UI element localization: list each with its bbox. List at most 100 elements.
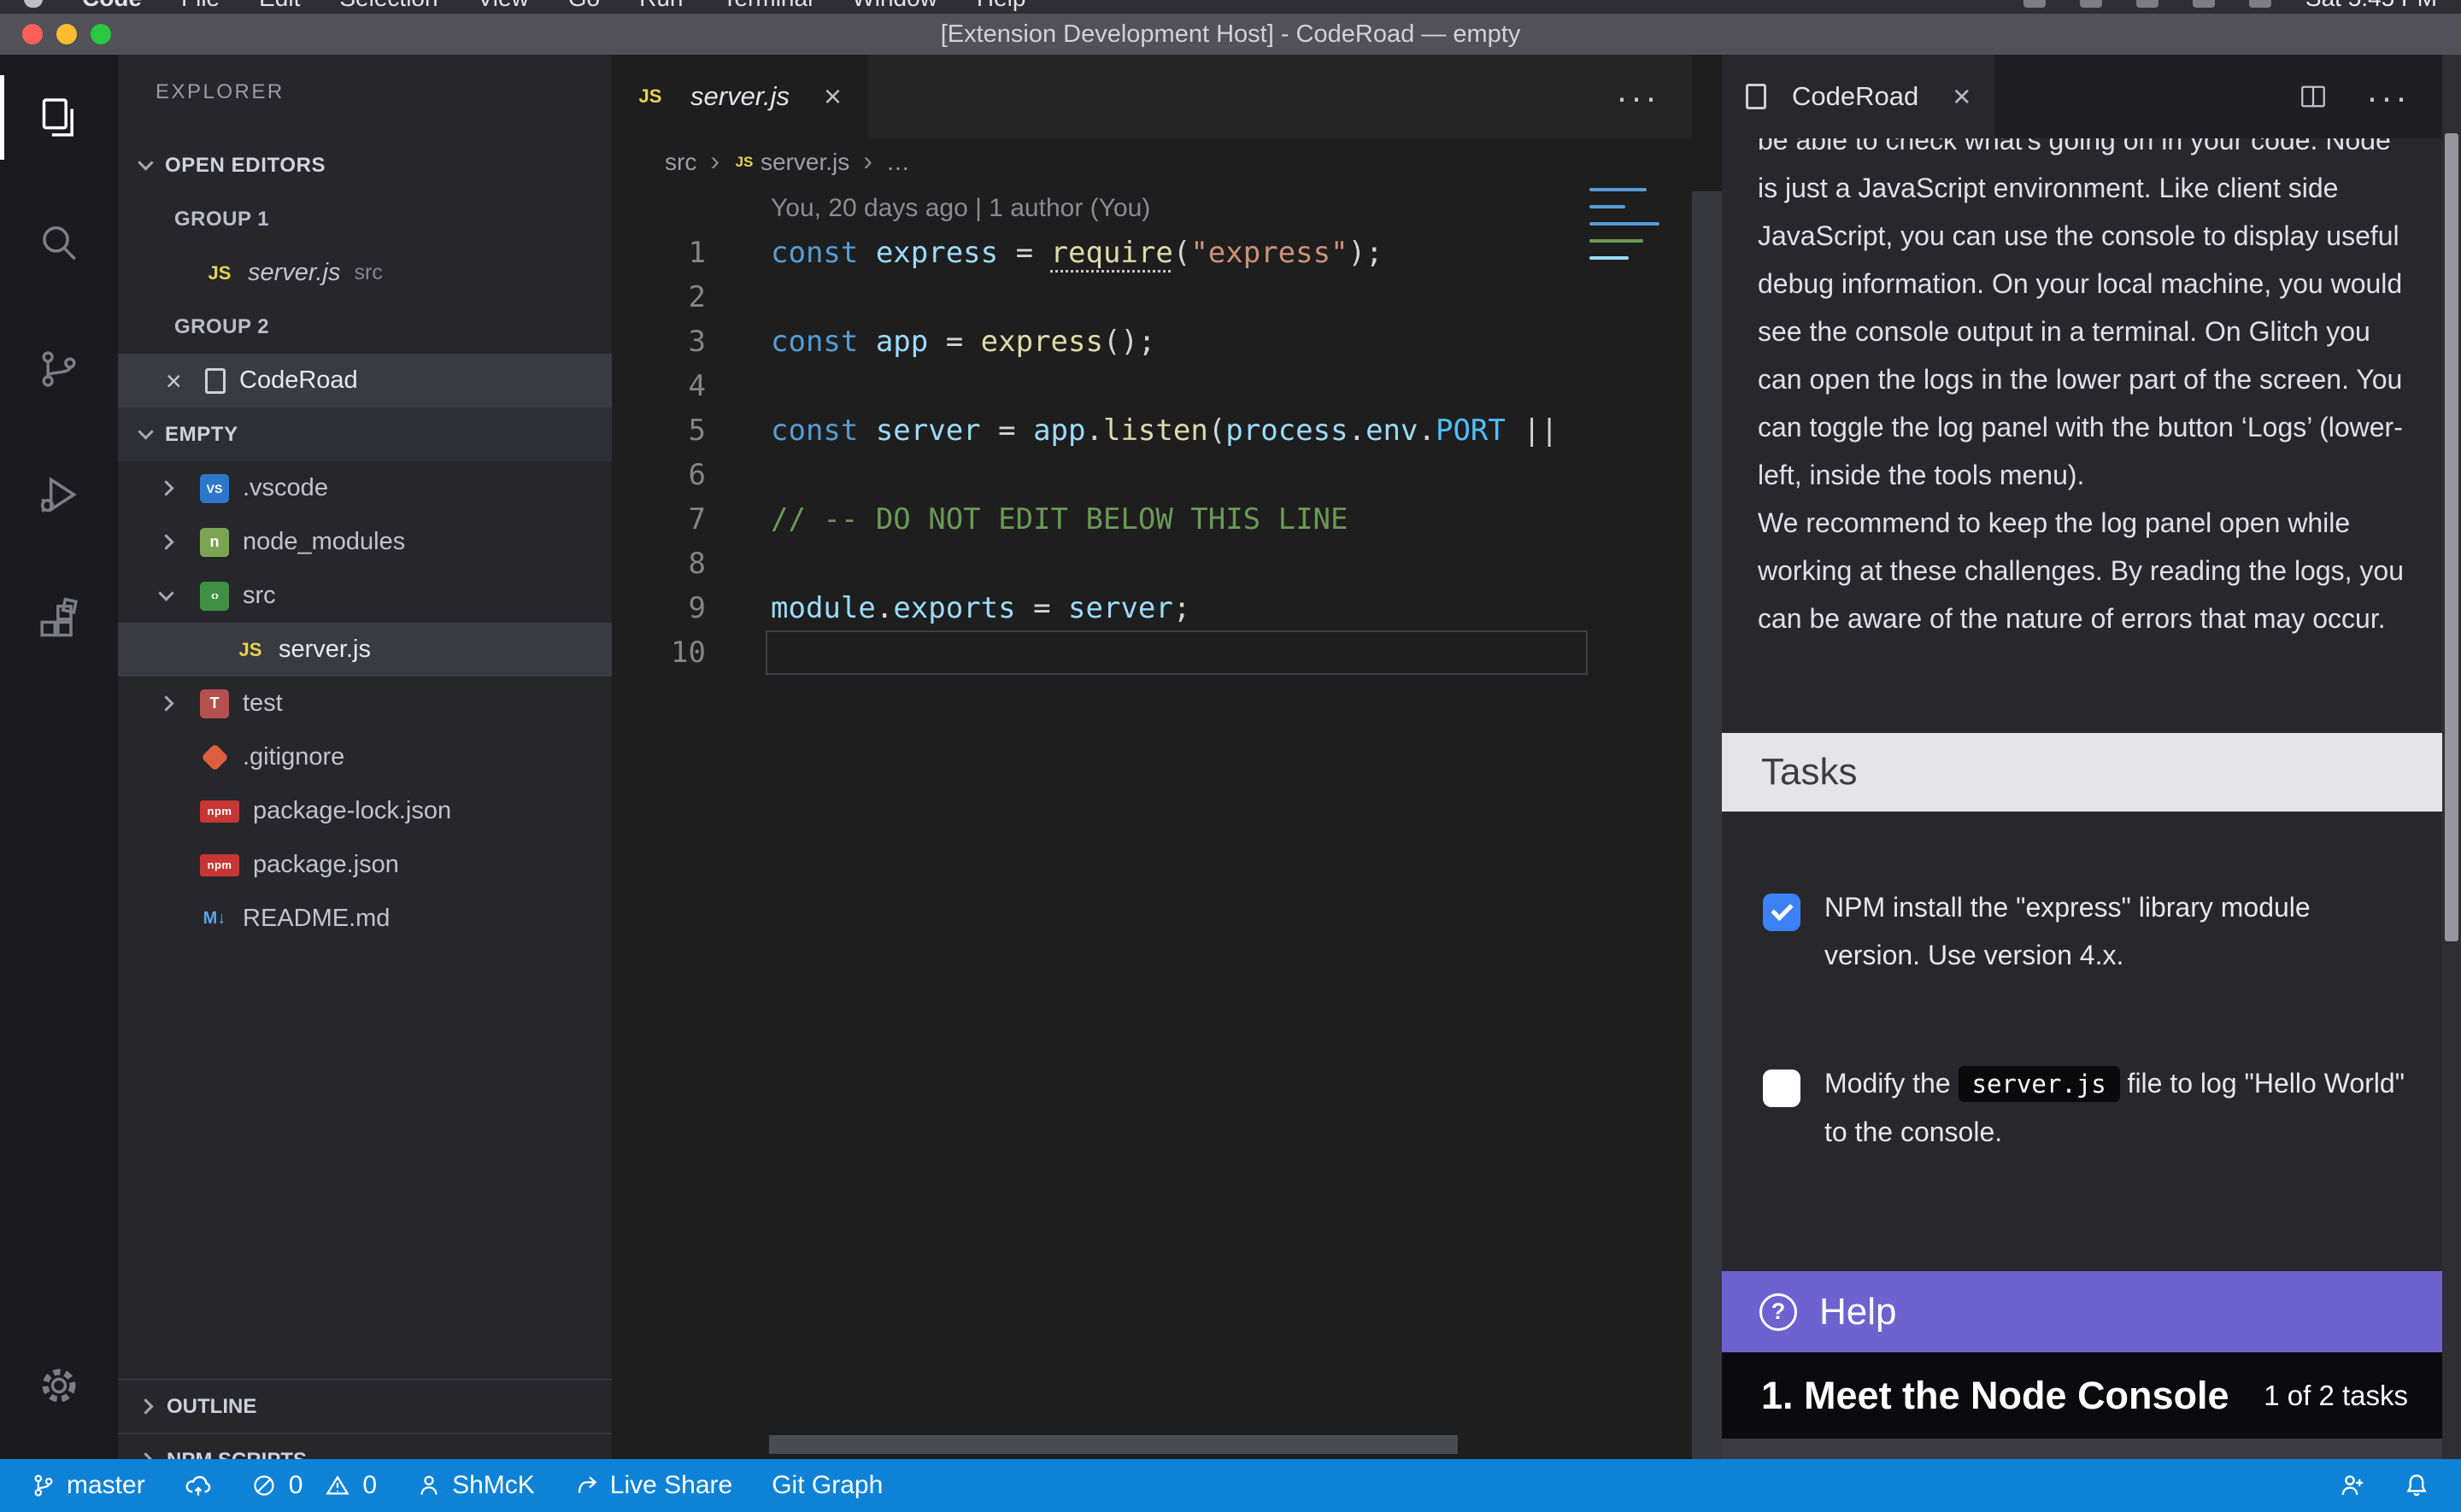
- live-share-status[interactable]: Live Share: [574, 1471, 732, 1500]
- close-tab-icon[interactable]: ×: [824, 81, 842, 112]
- task-checkbox[interactable]: [1763, 1070, 1800, 1107]
- split-editor-icon[interactable]: [2298, 81, 2329, 112]
- git-graph-status[interactable]: Git Graph: [772, 1471, 883, 1500]
- chevron-down-icon: [138, 155, 153, 170]
- tab-server-js[interactable]: JS server.js ×: [612, 55, 868, 138]
- menu-item-terminal[interactable]: Terminal: [722, 0, 813, 12]
- code-token: app: [1033, 413, 1085, 448]
- zoom-window-button[interactable]: [91, 24, 111, 44]
- bell-icon: [2403, 1472, 2430, 1499]
- open-editors-header[interactable]: OPEN EDITORS: [118, 138, 612, 192]
- section-npm-scripts[interactable]: NPM SCRIPTS: [118, 1433, 612, 1459]
- workspace-header[interactable]: EMPTY: [118, 407, 612, 461]
- tree-item-package-lock-json[interactable]: npmpackage-lock.json: [118, 784, 612, 838]
- live-share-invite-button[interactable]: [2338, 1472, 2365, 1499]
- code-line-9[interactable]: 9module.exports = server;: [612, 586, 1692, 630]
- chevron-icon: [158, 695, 173, 711]
- menu-item-code[interactable]: Code: [82, 0, 142, 12]
- open-editor-item[interactable]: JSserver.jssrc: [118, 246, 612, 300]
- activity-extensions-button[interactable]: [0, 557, 118, 683]
- account-status[interactable]: ShMcK: [416, 1471, 535, 1500]
- share-arrow-icon: [574, 1473, 600, 1498]
- scrollbar-thumb[interactable]: [2445, 133, 2458, 941]
- menu-status-icon[interactable]: [2080, 0, 2102, 8]
- settings-gear-button[interactable]: [0, 1333, 118, 1459]
- editor-panel-divider[interactable]: [1692, 55, 1722, 1459]
- code-line-6[interactable]: 6: [612, 453, 1692, 497]
- menu-clock[interactable]: Sat 5:45 PM: [2305, 0, 2437, 12]
- sash[interactable]: [1692, 191, 1722, 1459]
- panel-scrollbar-strip[interactable]: [1722, 1439, 2442, 1459]
- menu-item-file[interactable]: File: [181, 0, 220, 12]
- activity-source-control-button[interactable]: [0, 306, 118, 431]
- menu-item-help[interactable]: Help: [977, 0, 1026, 12]
- editor-more-actions-icon[interactable]: ···: [1616, 88, 1659, 106]
- menu-item-edit[interactable]: Edit: [259, 0, 300, 12]
- section-outline[interactable]: OUTLINE: [118, 1379, 612, 1433]
- minimap-line: [1589, 188, 1647, 191]
- code-line-2[interactable]: 2: [612, 275, 1692, 319]
- task-checkbox[interactable]: [1763, 894, 1800, 931]
- menu-status-icon[interactable]: [2023, 0, 2046, 8]
- breadcrumb-item[interactable]: src: [665, 149, 696, 176]
- tree-item-src[interactable]: ‹›src: [118, 569, 612, 623]
- apple-menu-icon[interactable]: [24, 0, 43, 8]
- problems-status[interactable]: 0 0: [251, 1471, 377, 1500]
- minimap[interactable]: [1589, 188, 1663, 273]
- line-text: // -- DO NOT EDIT BELOW THIS LINE: [771, 502, 1348, 536]
- tree-item-test[interactable]: Ttest: [118, 677, 612, 730]
- code-token: listen: [1103, 413, 1208, 448]
- webview-file-icon: [1746, 84, 1766, 109]
- vertical-scrollbar[interactable]: [2442, 55, 2461, 1459]
- close-editor-icon[interactable]: ×: [166, 367, 205, 395]
- explorer-sidebar: EXPLORER OPEN EDITORS GROUP 1JSserver.js…: [118, 55, 612, 1459]
- code-line-10[interactable]: 10: [612, 630, 1692, 675]
- file-name: package-lock.json: [253, 797, 451, 825]
- sync-status[interactable]: [185, 1472, 212, 1499]
- code-line-8[interactable]: 8: [612, 542, 1692, 586]
- minimize-window-button[interactable]: [56, 24, 77, 44]
- tree-item-package-json[interactable]: npmpackage.json: [118, 838, 612, 892]
- person-icon: [416, 1473, 442, 1498]
- open-editor-item[interactable]: ×CodeRoad: [118, 354, 612, 407]
- coderoad-content: be able to check what's going on in your…: [1722, 138, 2442, 1459]
- menu-status-icon[interactable]: [2249, 0, 2271, 8]
- tree-item-server-js[interactable]: JSserver.js: [118, 623, 612, 677]
- menu-item-window[interactable]: Window: [852, 0, 937, 12]
- close-tab-icon[interactable]: ×: [1953, 81, 1971, 112]
- breadcrumb-item[interactable]: …: [886, 149, 910, 176]
- menu-item-run[interactable]: Run: [639, 0, 683, 12]
- menu-status-icon[interactable]: [2193, 0, 2215, 8]
- file-name: node_modules: [243, 528, 405, 556]
- chevron-slot: [161, 698, 200, 709]
- activity-search-button[interactable]: [0, 180, 118, 306]
- code-line-3[interactable]: 3const app = express();: [612, 319, 1692, 364]
- git-branch-status[interactable]: master: [31, 1471, 145, 1500]
- tab-coderoad[interactable]: CodeRoad ×: [1722, 55, 1994, 138]
- code-line-4[interactable]: 4: [612, 364, 1692, 408]
- menu-status-icon[interactable]: [2136, 0, 2159, 8]
- code-line-5[interactable]: 5const server = app.listen(process.env.P…: [612, 408, 1692, 453]
- menu-item-selection[interactable]: Selection: [339, 0, 438, 12]
- horizontal-scrollbar[interactable]: [769, 1435, 1458, 1454]
- open-editors-group: GROUP 2: [118, 300, 612, 354]
- code-line-7[interactable]: 7// -- DO NOT EDIT BELOW THIS LINE: [612, 497, 1692, 542]
- menu-item-view[interactable]: View: [478, 0, 529, 12]
- breadcrumb-item[interactable]: JSserver.js: [733, 149, 849, 176]
- help-section[interactable]: ? Help: [1722, 1271, 2442, 1352]
- tree-item-readme-md[interactable]: M↓README.md: [118, 892, 612, 946]
- menu-item-go[interactable]: Go: [568, 0, 600, 12]
- notifications-bell-button[interactable]: [2403, 1472, 2430, 1499]
- js-file-icon: JS: [636, 82, 665, 111]
- tree-item--gitignore[interactable]: .gitignore: [118, 730, 612, 784]
- code-line-1[interactable]: 1const express = require("express");: [612, 231, 1692, 275]
- breadcrumb-separator-icon: ›: [710, 145, 720, 177]
- activity-run-debug-button[interactable]: [0, 431, 118, 557]
- panel-more-actions-icon[interactable]: ···: [2366, 88, 2410, 106]
- tree-item-node-modules[interactable]: nnode_modules: [118, 515, 612, 569]
- close-window-button[interactable]: [22, 24, 43, 44]
- live-share-label: Live Share: [610, 1471, 732, 1500]
- tree-item--vscode[interactable]: VS.vscode: [118, 461, 612, 515]
- lesson-paragraph: We recommend to keep the log panel open …: [1758, 499, 2408, 642]
- activity-explorer-button[interactable]: [0, 55, 118, 180]
